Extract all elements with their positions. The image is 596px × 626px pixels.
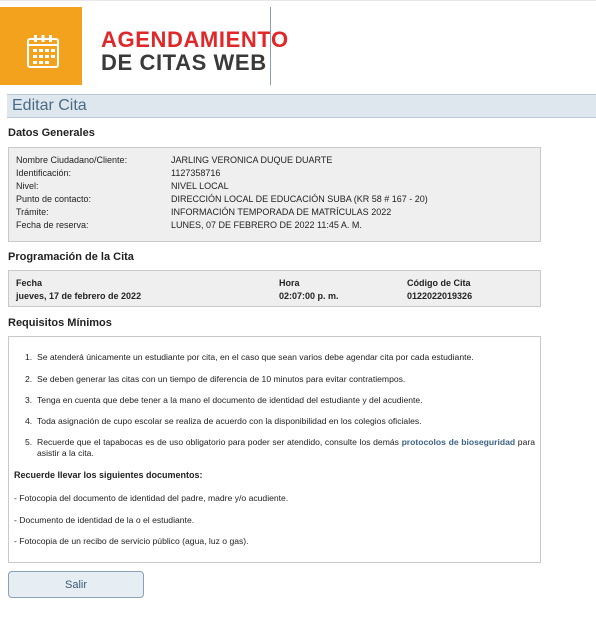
requisito-item: 5. Recuerde que el tapabocas es de uso o… — [25, 437, 535, 459]
item-text: Recuerde que el tapabocas es de uso obli… — [37, 437, 535, 459]
datos-generales-panel: Nombre Ciudadano/Cliente: JARLING VERONI… — [8, 147, 541, 242]
hora-column: Hora 02:07:00 p. m. — [279, 278, 339, 301]
item-text-before: Recuerde que el tapabocas es de uso obli… — [37, 437, 399, 447]
documento-item: - Fotocopia de un recibo de servicio púb… — [14, 536, 249, 546]
page-title-bar: Editar Cita — [7, 94, 596, 118]
protocolos-bioseguridad-link[interactable]: protocolos de bioseguridad — [402, 437, 516, 447]
header-divider — [270, 7, 271, 85]
requisito-item: 3. Tenga en cuenta que debe tener a la m… — [25, 395, 535, 406]
field-label: Punto de contacto: — [16, 194, 92, 204]
documentos-title: Recuerde llevar los siguientes documento… — [14, 470, 203, 480]
top-divider — [0, 0, 596, 1]
item-number: 2. — [25, 374, 33, 384]
documento-item: - Documento de identidad de la o el estu… — [14, 515, 195, 525]
item-text: Toda asignación de cupo escolar se reali… — [37, 416, 422, 426]
field-value: INFORMACIÓN TEMPORADA DE MATRÍCULAS 2022 — [171, 207, 392, 217]
logo-badge — [0, 7, 82, 85]
item-number: 1. — [25, 352, 33, 362]
field-label: Nivel: — [16, 181, 39, 191]
codigo-label: Código de Cita — [407, 278, 471, 288]
item-text: Se atenderá únicamente un estudiante por… — [37, 352, 474, 362]
field-value: 1127358716 — [171, 168, 221, 178]
fecha-column: Fecha jueves, 17 de febrero de 2022 — [16, 278, 141, 301]
item-number: 3. — [25, 395, 33, 405]
programacion-panel: Fecha jueves, 17 de febrero de 2022 Hora… — [8, 270, 541, 307]
requisito-item: 4. Toda asignación de cupo escolar se re… — [25, 416, 535, 427]
page-title: Editar Cita — [12, 97, 87, 114]
documento-item: - Fotocopia del documento de identidad d… — [14, 493, 289, 503]
fecha-label: Fecha — [16, 278, 43, 288]
codigo-value: 0122022019326 — [407, 291, 473, 301]
requisitos-title: Requisitos Mínimos — [8, 317, 112, 329]
item-number: 5. — [25, 437, 33, 447]
requisito-item: 1. Se atenderá únicamente un estudiante … — [25, 352, 535, 363]
field-label: Nombre Ciudadano/Cliente: — [16, 155, 128, 165]
salir-button[interactable]: Salir — [8, 571, 144, 598]
codigo-column: Código de Cita 0122022019326 — [407, 278, 472, 301]
field-label: Fecha de reserva: — [16, 220, 89, 230]
item-number: 4. — [25, 416, 33, 426]
field-label: Identificación: — [16, 168, 72, 178]
requisito-item: 2. Se deben generar las citas con un tie… — [25, 374, 535, 385]
field-value: JARLING VERONICA DUQUE DUARTE — [171, 155, 333, 165]
hora-label: Hora — [279, 278, 300, 288]
field-value: NIVEL LOCAL — [171, 181, 229, 191]
field-value: DIRECCIÓN LOCAL DE EDUCACIÓN SUBA (KR 58… — [171, 194, 428, 204]
programacion-title: Programación de la Cita — [8, 251, 134, 263]
calendar-icon — [27, 35, 59, 68]
hora-value: 02:07:00 p. m. — [279, 291, 339, 301]
fecha-value: jueves, 17 de febrero de 2022 — [16, 291, 142, 301]
datos-generales-title: Datos Generales — [8, 127, 95, 139]
brand-title-line2: DE CITAS WEB — [101, 50, 267, 75]
item-text: Se deben generar las citas con un tiempo… — [37, 374, 406, 384]
field-value: LUNES, 07 DE FEBRERO DE 2022 11:45 A. M. — [171, 220, 362, 230]
field-label: Trámite: — [16, 207, 49, 217]
item-text: Tenga en cuenta que debe tener a la mano… — [37, 395, 423, 405]
